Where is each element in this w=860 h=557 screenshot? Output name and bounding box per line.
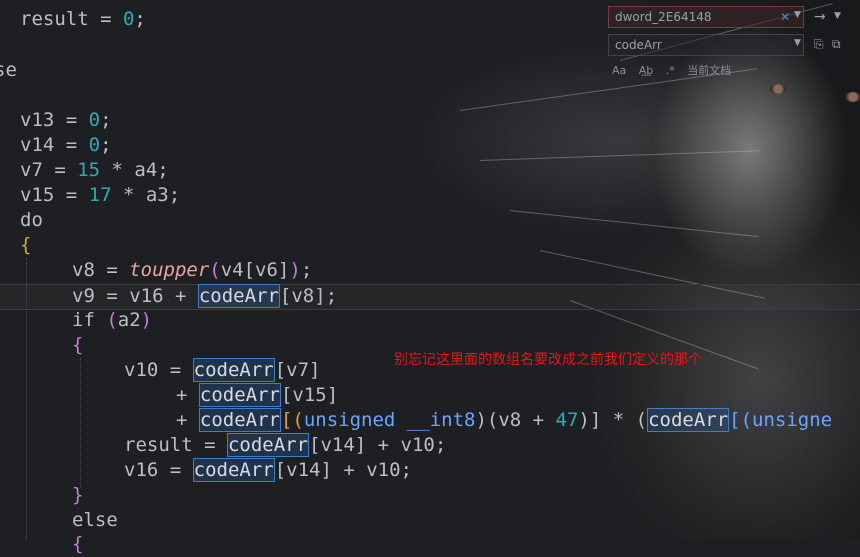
clear-icon[interactable]: ✕ bbox=[780, 10, 790, 24]
code-line: result = 0; bbox=[20, 8, 146, 30]
dropdown-icon[interactable]: ▼ bbox=[834, 11, 841, 21]
scope-selector[interactable]: 当前文档 bbox=[687, 64, 731, 77]
replace-next-icon[interactable]: ⎘ bbox=[814, 37, 824, 52]
code-line: se bbox=[0, 59, 17, 81]
next-icon[interactable]: → bbox=[814, 9, 826, 25]
search-match: codeArr bbox=[192, 458, 275, 482]
code-line: if (a2) bbox=[72, 309, 153, 331]
code-line: { bbox=[72, 334, 84, 356]
code-line: v13 = 0; bbox=[20, 109, 112, 131]
search-match: codeArr bbox=[192, 358, 275, 382]
replace-all-icon[interactable]: ⧉ bbox=[832, 37, 841, 52]
dropdown-icon[interactable]: ▼ bbox=[794, 38, 801, 48]
find-replace-panel: ✕ ▼ → ▼ ▼ ⎘ ⧉ Aa A͟b .* 当前文档 bbox=[606, 6, 860, 84]
code-line: } bbox=[72, 484, 84, 506]
code-line: + codeArr[(unsigned __int8)(v8 + 47)] * … bbox=[176, 408, 833, 432]
code-line: { bbox=[72, 533, 84, 555]
code-line: v10 = codeArr[v7] bbox=[124, 358, 321, 382]
code-line: + codeArr[v15] bbox=[176, 383, 339, 407]
match-case-toggle[interactable]: Aa bbox=[612, 64, 626, 77]
code-line: do bbox=[20, 209, 43, 231]
search-match: codeArr bbox=[198, 408, 281, 432]
search-input[interactable] bbox=[608, 6, 804, 28]
search-match: codeArr bbox=[647, 408, 730, 432]
regex-toggle[interactable]: .* bbox=[666, 64, 675, 77]
code-line: result = codeArr[v14] + v10; bbox=[124, 433, 447, 457]
replace-input[interactable] bbox=[608, 34, 804, 56]
code-line: v9 = v16 + codeArr[v8]; bbox=[72, 284, 338, 308]
code-line: { bbox=[20, 234, 32, 256]
code-line: v8 = toupper(v4[v6]); bbox=[72, 259, 313, 281]
code-line: v16 = codeArr[v14] + v10; bbox=[124, 458, 412, 482]
code-line: v14 = 0; bbox=[20, 134, 112, 156]
code-line: v15 = 17 * a3; bbox=[20, 184, 181, 206]
search-match: codeArr bbox=[226, 433, 310, 457]
dropdown-icon[interactable]: ▼ bbox=[794, 10, 801, 20]
annotation-note: 别忘记这里面的数组名要改成之前我们定义的那个 bbox=[394, 352, 702, 368]
whole-word-toggle[interactable]: A͟b bbox=[639, 64, 654, 77]
code-line: else bbox=[72, 509, 118, 531]
search-options: Aa A͟b .* 当前文档 bbox=[612, 62, 740, 78]
search-match: codeArr bbox=[198, 383, 281, 407]
code-line: v7 = 15 * a4; bbox=[20, 159, 169, 181]
search-match: codeArr bbox=[197, 284, 280, 308]
